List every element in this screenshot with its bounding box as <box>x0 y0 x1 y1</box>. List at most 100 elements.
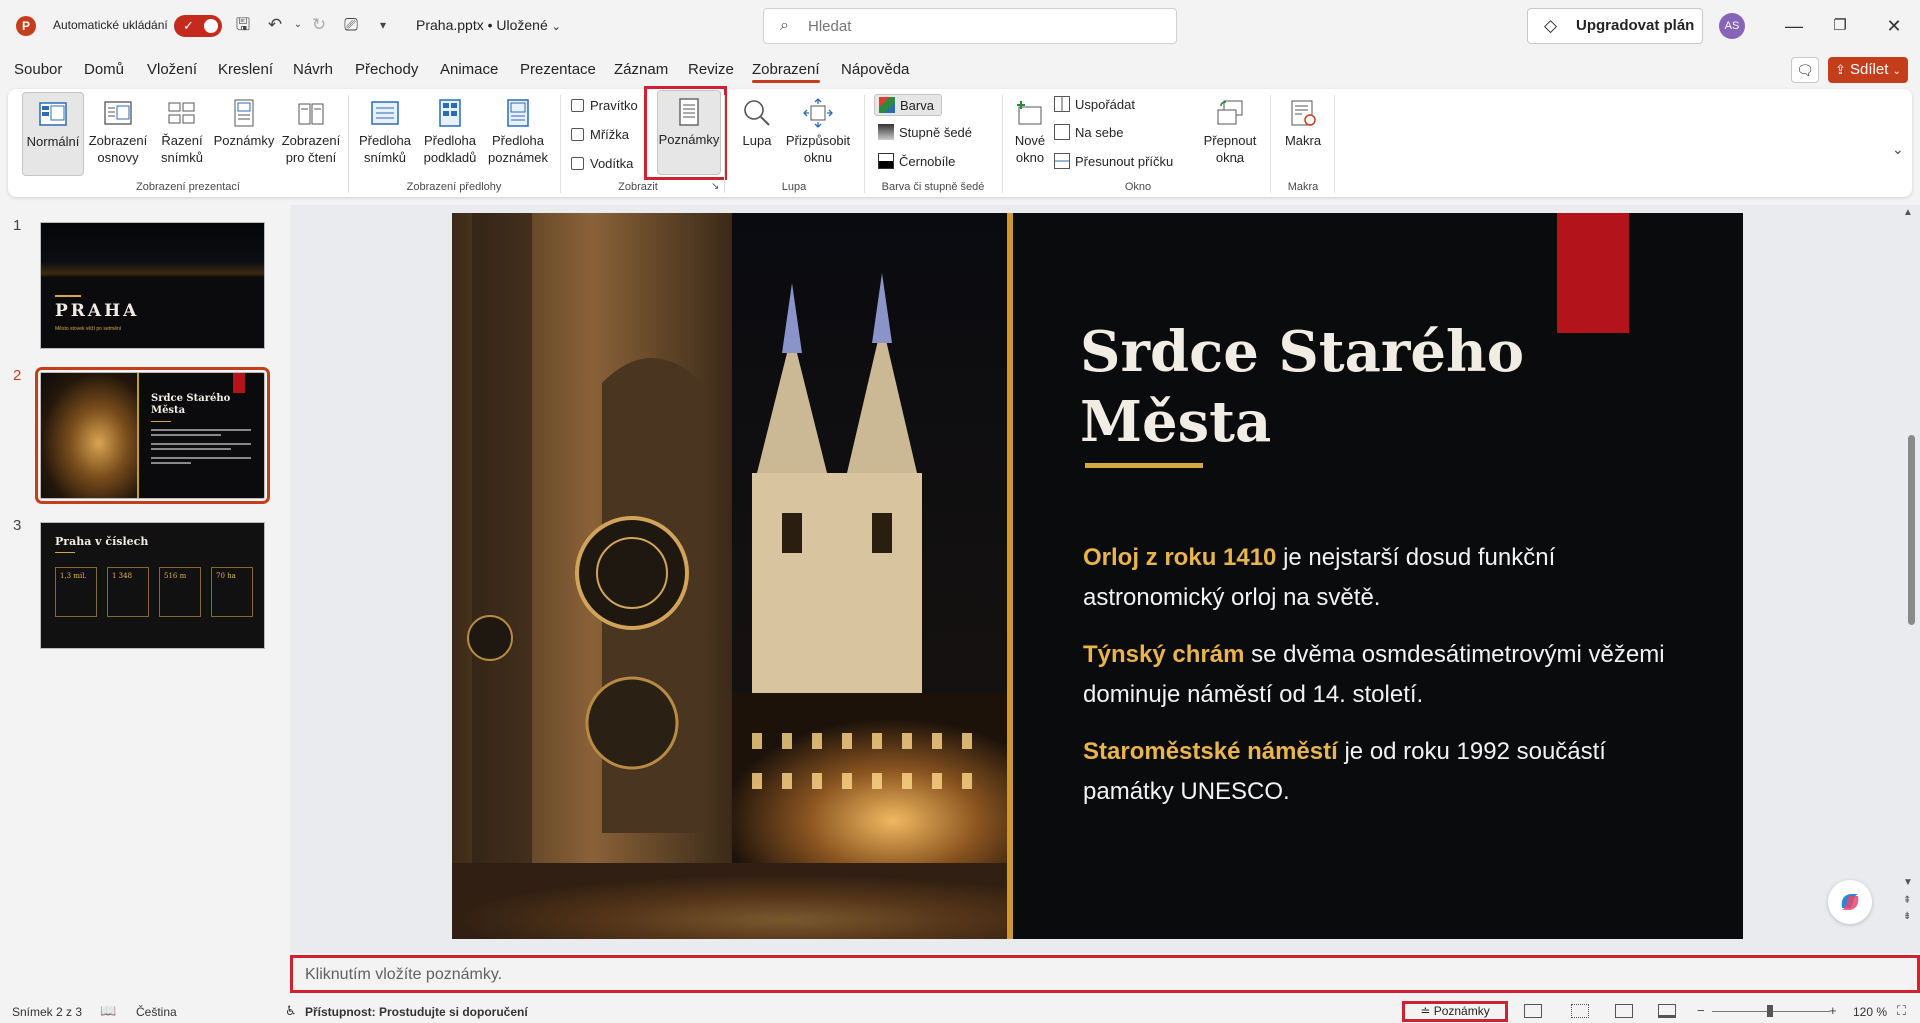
fit-to-window-button[interactable]: Přizpůsobit oknu <box>782 98 854 166</box>
restore-icon[interactable]: ❐ <box>1826 12 1854 40</box>
zoom-slider-thumb[interactable] <box>1767 1005 1773 1017</box>
grayscale-button[interactable]: Stupně šedé <box>878 122 972 144</box>
handout-master-label: Předloha podkladů <box>423 133 477 165</box>
outline-view-button[interactable]: Zobrazení osnovy <box>86 98 150 166</box>
accessibility-status[interactable]: Přístupnost: Prostudujte si doporučení <box>305 1005 528 1019</box>
undo-icon[interactable]: ↶ <box>264 14 286 36</box>
fit-slide-icon[interactable]: ⛶ <box>1897 1003 1906 1019</box>
slide-thumbnail-2[interactable]: Srdce Starého Města <box>35 367 270 504</box>
spellcheck-icon[interactable]: 📖 <box>100 1003 116 1019</box>
scrollbar-thumb[interactable] <box>1908 435 1915 625</box>
group-label-presentation-views: Zobrazení prezentací <box>136 181 240 193</box>
next-slide-icon[interactable]: ⇟ <box>1903 911 1911 922</box>
tab-revize[interactable]: Revize <box>688 61 734 78</box>
minimize-icon[interactable]: — <box>1780 12 1808 40</box>
tab-zobrazeni[interactable]: Zobrazení <box>752 61 820 83</box>
handout-master-icon <box>439 99 461 127</box>
notes-page-button[interactable]: Poznámky <box>212 98 276 149</box>
reading-view-button[interactable]: Zobrazení pro čtení <box>276 98 346 166</box>
normal-view-icon <box>39 102 67 126</box>
paragraph-tyn[interactable]: Týnský chrám se dvěma osmdesátimetrovými… <box>1083 635 1703 715</box>
zoom-out-icon[interactable]: − <box>1697 1003 1705 1018</box>
color-mode-button[interactable]: Barva <box>874 94 942 116</box>
zoom-button[interactable]: Lupa <box>734 98 780 149</box>
notes-master-button[interactable]: Předloha poznámek <box>484 98 552 166</box>
tab-prezentace[interactable]: Prezentace <box>520 61 596 78</box>
group-label-macros: Makra <box>1287 181 1319 193</box>
macros-button[interactable]: Makra <box>1278 98 1328 149</box>
previous-slide-icon[interactable]: ⇞ <box>1903 895 1911 906</box>
move-split-button[interactable]: Přesunout příčku <box>1054 151 1173 173</box>
zoom-in-icon[interactable]: + <box>1829 1003 1837 1018</box>
tab-soubor[interactable]: Soubor <box>14 61 62 78</box>
notes-status-button[interactable]: ≐ Poznámky <box>1402 1001 1508 1022</box>
tab-kresleni[interactable]: Kreslení <box>218 61 273 78</box>
paragraph-square[interactable]: Staroměstské náměstí je od roku 1992 sou… <box>1083 732 1703 812</box>
slide-counter: Snímek 2 z 3 <box>12 1005 83 1019</box>
normal-view-status-icon[interactable] <box>1524 1004 1542 1018</box>
slide-number: 1 <box>13 217 22 234</box>
current-slide[interactable]: Srdce Starého Města Orloj z roku 1410 je… <box>452 213 1743 939</box>
undo-dropdown-icon[interactable]: ⌄ <box>287 14 309 36</box>
highlight-notes-button <box>644 86 727 180</box>
ruler-checkbox[interactable]: Pravítko <box>571 96 638 116</box>
slide-title[interactable]: Srdce Starého Města <box>1080 317 1640 457</box>
customize-toolbar-icon[interactable]: ▾ <box>372 14 394 36</box>
notes-master-icon <box>507 99 529 127</box>
search-box[interactable]: ⌕ <box>763 8 1177 44</box>
search-input[interactable] <box>808 15 1158 37</box>
slide-thumbnail-1[interactable]: PRAHA Město stovek věží po setmění <box>40 222 265 349</box>
highlight-tyn: Týnský chrám <box>1083 641 1245 668</box>
slide-sorter-button[interactable]: Řazení snímků <box>152 98 212 166</box>
cascade-label: Na sebe <box>1075 125 1124 140</box>
cascade-icon <box>1054 124 1070 140</box>
paragraph-orloj[interactable]: Orloj z roku 1410 je nejstarší dosud fun… <box>1083 538 1703 618</box>
scroll-up-icon[interactable]: ▲ <box>1903 207 1913 218</box>
dialog-launcher-icon[interactable]: ↘ <box>711 181 719 192</box>
handout-master-button[interactable]: Předloha podkladů <box>418 98 482 166</box>
zoom-level[interactable]: 120 % <box>1853 1005 1887 1019</box>
highlight-orloj: Orloj z roku 1410 <box>1083 544 1277 571</box>
language-indicator[interactable]: Čeština <box>136 1005 177 1019</box>
tab-animace[interactable]: Animace <box>440 61 498 78</box>
share-icon: ⇪ <box>1835 62 1846 77</box>
slide-master-label: Předloha snímků <box>358 133 412 165</box>
tab-vlozeni[interactable]: Vložení <box>147 61 197 78</box>
normal-view-button[interactable]: Normální <box>22 92 84 176</box>
black-white-button[interactable]: Černobíle <box>878 151 955 173</box>
tab-napoveda[interactable]: Nápověda <box>841 61 909 78</box>
notes-pane[interactable]: Kliknutím vložíte poznámky. <box>290 955 1920 993</box>
avatar[interactable]: AS <box>1719 13 1745 39</box>
guides-checkbox[interactable]: Vodítka <box>571 154 633 174</box>
slideshow-status-icon[interactable] <box>1658 1004 1676 1018</box>
collapse-ribbon-icon[interactable]: ⌄ <box>1892 141 1904 158</box>
present-icon[interactable]: ⎚ <box>340 14 362 36</box>
copilot-button[interactable] <box>1828 880 1872 924</box>
tab-navrh[interactable]: Návrh <box>293 61 333 78</box>
file-name[interactable]: Praha.pptx • Uložené ⌄ <box>416 17 561 33</box>
upgrade-button[interactable]: ◇ Upgradovat plán <box>1527 8 1703 44</box>
share-button[interactable]: ⇪ Sdílet ⌄ <box>1828 57 1908 83</box>
new-window-label: Nové okno <box>1014 133 1046 165</box>
autosave-toggle[interactable]: ✓ <box>174 15 222 37</box>
slide-sorter-status-icon[interactable] <box>1571 1004 1589 1018</box>
vertical-scrollbar[interactable]: ▲ ▼ ⇞ ⇟ <box>1900 205 1920 925</box>
slide-thumbnail-3[interactable]: Praha v číslech 1,3 mil. 1 348 516 m 70 … <box>40 522 265 649</box>
autosave-label: Automatické ukládání <box>53 18 168 32</box>
comments-icon[interactable]: 🗨 <box>1791 57 1819 83</box>
tab-domu[interactable]: Domů <box>84 61 124 78</box>
arrange-all-button[interactable]: Uspořádat <box>1054 94 1135 116</box>
close-icon[interactable]: ✕ <box>1880 12 1908 40</box>
redo-icon[interactable]: ↻ <box>308 14 330 36</box>
scroll-down-icon[interactable]: ▼ <box>1903 877 1913 888</box>
tab-zaznam[interactable]: Záznam <box>614 61 668 78</box>
guides-label: Vodítka <box>590 156 634 171</box>
slide-master-button[interactable]: Předloha snímků <box>354 98 416 166</box>
reading-view-status-icon[interactable] <box>1615 1004 1633 1018</box>
gridlines-checkbox[interactable]: Mřížka <box>571 125 629 145</box>
cascade-button[interactable]: Na sebe <box>1054 122 1123 144</box>
save-icon[interactable]: 🖫 <box>232 14 254 36</box>
switch-windows-button[interactable]: Přepnout okna ⌄ <box>1198 98 1262 166</box>
new-window-button[interactable]: Nové okno <box>1008 98 1052 166</box>
tab-prechody[interactable]: Přechody <box>355 61 418 78</box>
